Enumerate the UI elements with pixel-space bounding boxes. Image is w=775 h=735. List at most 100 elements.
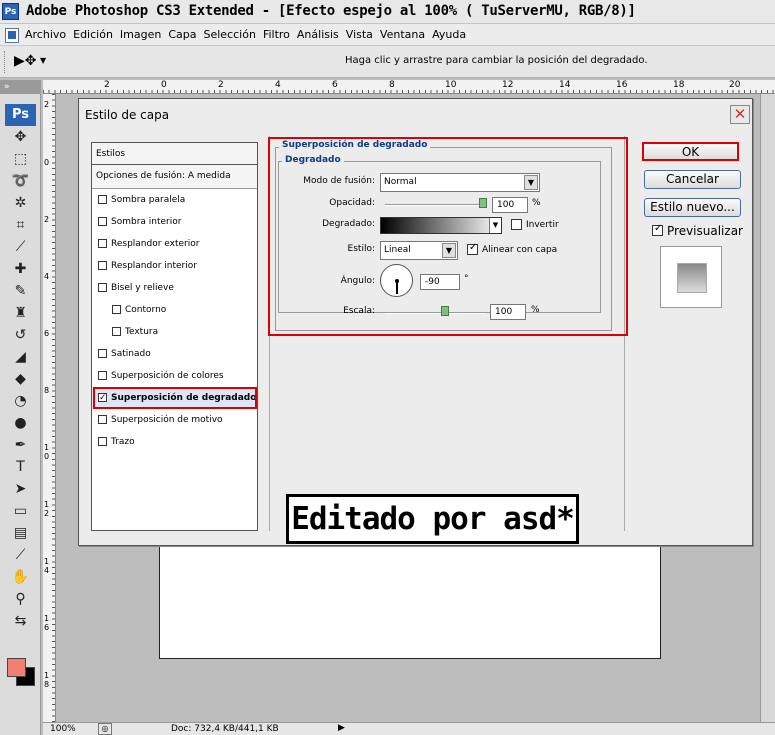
styles-header[interactable]: Estilos xyxy=(92,143,257,165)
opacity-input[interactable]: 100 xyxy=(492,197,528,213)
style-checkbox[interactable] xyxy=(98,437,107,446)
scale-slider[interactable] xyxy=(385,306,485,316)
style-checkbox[interactable] xyxy=(98,239,107,248)
style-item-bevel-emboss[interactable]: Bisel y relieve xyxy=(92,277,257,299)
menu-edicion[interactable]: Edición xyxy=(70,27,117,42)
menu-capa[interactable]: Capa xyxy=(165,27,200,42)
ruler-h-label: 20 xyxy=(729,80,741,90)
hand-icon[interactable]: ✋ xyxy=(0,566,41,588)
photoshop-app-icon[interactable]: Ps xyxy=(2,3,19,20)
ok-button[interactable]: OK xyxy=(642,142,739,161)
preview-checkbox[interactable] xyxy=(652,223,663,236)
cancel-button[interactable]: Cancelar xyxy=(644,170,741,189)
gradient-picker[interactable]: ▼ xyxy=(380,217,502,234)
marquee-icon[interactable]: ⬚ xyxy=(0,148,41,170)
menu-ayuda[interactable]: Ayuda xyxy=(429,27,470,42)
style-checkbox[interactable] xyxy=(112,305,121,314)
style-checkbox[interactable] xyxy=(98,217,107,226)
style-checkbox[interactable] xyxy=(112,327,121,336)
magic-wand-icon[interactable]: ✲ xyxy=(0,192,41,214)
style-checkbox[interactable] xyxy=(98,387,107,409)
style-item-contour[interactable]: Contorno xyxy=(92,299,257,321)
style-item-pattern-overlay[interactable]: Superposición de motivo xyxy=(92,409,257,431)
angle-dial[interactable] xyxy=(380,264,413,297)
new-style-button[interactable]: Estilo nuevo... xyxy=(644,198,741,217)
style-label: Superposición de colores xyxy=(111,371,224,381)
blend-mode-select[interactable]: Normal ▼ xyxy=(380,173,540,192)
swap-colors-icon[interactable]: ⇆ xyxy=(0,610,41,632)
move-tool-icon[interactable]: ▶✥ xyxy=(14,53,37,69)
vertical-scrollbar[interactable] xyxy=(760,94,775,722)
menu-filtro[interactable]: Filtro xyxy=(260,27,294,42)
path-selection-icon[interactable]: ➤ xyxy=(0,478,41,500)
style-item-texture[interactable]: Textura xyxy=(92,321,257,343)
photoshop-logo[interactable]: Ps xyxy=(5,104,36,126)
scale-input[interactable]: 100 xyxy=(490,304,526,320)
style-checkbox[interactable] xyxy=(98,261,107,270)
invert-checkbox[interactable] xyxy=(511,219,522,230)
style-item-drop-shadow[interactable]: Sombra paralela xyxy=(92,189,257,211)
document-canvas[interactable] xyxy=(159,545,661,659)
crop-icon[interactable]: ⌗ xyxy=(0,214,41,236)
chevron-down-icon[interactable]: ▼ xyxy=(489,218,501,233)
opacity-slider[interactable] xyxy=(385,198,487,208)
menu-archivo[interactable]: Archivo xyxy=(22,27,70,42)
menu-vista[interactable]: Vista xyxy=(343,27,377,42)
dialog-title-bar[interactable]: Estilo de capa xyxy=(79,99,752,129)
style-select[interactable]: Lineal ▼ xyxy=(380,241,458,260)
close-icon[interactable]: ✕ xyxy=(730,105,750,124)
opacity-slider-handle[interactable] xyxy=(479,198,487,208)
notes-icon[interactable]: ▤ xyxy=(0,522,41,544)
style-checkbox[interactable] xyxy=(98,371,107,380)
clone-stamp-icon[interactable]: ♜ xyxy=(0,302,41,324)
document-icon[interactable] xyxy=(5,28,19,43)
pen-icon[interactable]: ✒ xyxy=(0,434,41,456)
angle-input[interactable]: -90 xyxy=(420,274,460,290)
menu-seleccion[interactable]: Selección xyxy=(201,27,260,42)
options-grip[interactable] xyxy=(4,51,8,73)
style-item-color-overlay[interactable]: Superposición de colores xyxy=(92,365,257,387)
eyedropper-icon[interactable]: ⟋ xyxy=(0,544,41,566)
style-item-outer-glow[interactable]: Resplandor exterior xyxy=(92,233,257,255)
style-checkbox[interactable] xyxy=(98,195,107,204)
style-checkbox[interactable] xyxy=(98,415,107,424)
style-checkbox[interactable] xyxy=(98,349,107,358)
type-icon[interactable]: T xyxy=(0,456,41,478)
chevron-down-icon[interactable]: ▼ xyxy=(442,243,456,258)
slice-icon[interactable]: ⟋ xyxy=(0,236,41,258)
status-menu-icon[interactable]: ◎ xyxy=(98,723,112,735)
tool-preset-dropdown-icon[interactable]: ▼ xyxy=(40,56,46,65)
lasso-icon[interactable]: ➰ xyxy=(0,170,41,192)
healing-brush-icon[interactable]: ✚ xyxy=(0,258,41,280)
foreground-color-swatch[interactable] xyxy=(7,658,26,677)
style-item-stroke[interactable]: Trazo xyxy=(92,431,257,453)
align-with-layer-label: Alinear con capa xyxy=(482,245,558,255)
blending-options[interactable]: Opciones de fusión: A medida xyxy=(92,165,257,189)
toolbox-collapse-icon[interactable]: » xyxy=(0,80,40,94)
style-item-gradient-overlay[interactable]: Superposición de degradado xyxy=(92,387,257,409)
style-item-inner-glow[interactable]: Resplandor interior xyxy=(92,255,257,277)
style-item-inner-shadow[interactable]: Sombra interior xyxy=(92,211,257,233)
zoom-level[interactable]: 100% xyxy=(50,724,76,734)
paint-bucket-icon[interactable]: ◆ xyxy=(0,368,41,390)
style-label: Contorno xyxy=(125,305,167,315)
menu-imagen[interactable]: Imagen xyxy=(117,27,165,42)
vertical-ruler: 2 0 2 4 6 8 1 0 1 2 1 4 1 6 1 8 xyxy=(43,94,56,724)
menu-ventana[interactable]: Ventana xyxy=(377,27,429,42)
eraser-icon[interactable]: ◢ xyxy=(0,346,41,368)
history-brush-icon[interactable]: ↺ xyxy=(0,324,41,346)
rectangle-shape-icon[interactable]: ▭ xyxy=(0,500,41,522)
style-label: Resplandor interior xyxy=(111,261,197,271)
blur-icon[interactable]: ◔ xyxy=(0,390,41,412)
status-arrow-icon[interactable]: ▶ xyxy=(338,723,345,733)
move-icon[interactable]: ✥ xyxy=(0,126,41,148)
dodge-icon[interactable]: ● xyxy=(0,412,41,434)
zoom-icon[interactable]: ⚲ xyxy=(0,588,41,610)
chevron-down-icon[interactable]: ▼ xyxy=(524,175,538,190)
brush-icon[interactable]: ✎ xyxy=(0,280,41,302)
align-with-layer-checkbox[interactable] xyxy=(467,242,478,255)
scale-slider-handle[interactable] xyxy=(441,306,449,316)
menu-analisis[interactable]: Análisis xyxy=(294,27,343,42)
style-item-satin[interactable]: Satinado xyxy=(92,343,257,365)
style-checkbox[interactable] xyxy=(98,283,107,292)
